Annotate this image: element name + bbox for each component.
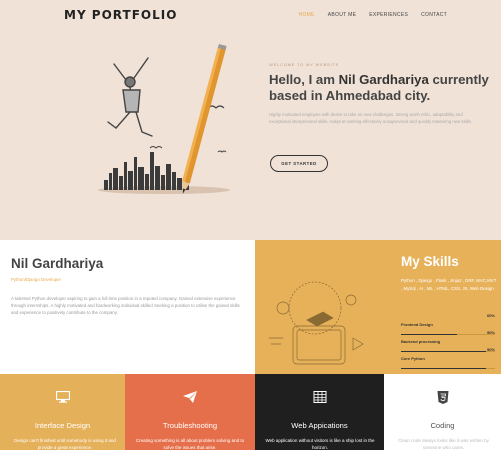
nav-about[interactable]: ABOUT ME [328, 12, 356, 18]
skill-label: Core Python [401, 356, 425, 361]
hero-illustration [98, 43, 230, 194]
top-nav: HOME ABOUT ME EXPERIENCES CONTACT [286, 12, 447, 18]
skill-progress-bar [401, 368, 495, 369]
table-icon [313, 391, 326, 403]
hero-name: Nil Gardhariya [338, 72, 429, 87]
monitor-icon [55, 391, 70, 403]
skill-progress-fill [401, 368, 486, 369]
get-started-button[interactable]: GET STARTED [270, 155, 328, 172]
hero-description: Highly motivated employee with desire to… [269, 112, 472, 124]
skills-section: My Skills Python , Django , Flask , Jinj… [255, 240, 501, 374]
skill-label: Frontend Design [401, 322, 433, 327]
service-title: Interface Design [34, 421, 91, 430]
skill-label: Backend processing [401, 339, 441, 344]
page: MY PORTFOLIO HOME ABOUT ME EXPERIENCES C… [0, 0, 501, 450]
brand-logo[interactable]: MY PORTFOLIO [64, 8, 177, 22]
service-title: Web Appications [291, 421, 348, 430]
nav-contact[interactable]: CONTACT [421, 12, 447, 18]
about-name: Nil Gardhariya [11, 256, 104, 271]
skill-percent: 90% [486, 330, 495, 335]
skills-illustration [269, 281, 364, 365]
service-title: Troubleshooting [162, 421, 218, 430]
hero-section: MY PORTFOLIO HOME ABOUT ME EXPERIENCES C… [0, 0, 501, 240]
service-card-web-applications: Web Appications Web application without … [255, 374, 384, 450]
skills-list: Python , Django , Flask , Jinja2 , DRF, … [401, 278, 497, 291]
paper-plane-icon [183, 391, 197, 403]
skill-percent: 60% [486, 313, 495, 318]
service-card-troubleshooting: Troubleshooting Creating something is al… [125, 374, 255, 450]
service-card-coding: Coding Clean code always looks like it w… [384, 374, 501, 450]
service-description: Clean code always looks like it was writ… [398, 438, 489, 450]
service-description: Design can't finished until somebody is … [14, 438, 116, 450]
about-text: A talented Python developer aspiring to … [11, 296, 240, 315]
skills-title: My Skills [401, 254, 459, 269]
html5-icon [437, 391, 448, 404]
hero-heading: Hello, I am Nil Gardhariya currently bas… [269, 72, 491, 104]
hero-tagline: WELCOME TO MY WEBSITE [269, 62, 340, 67]
service-card-interface-design: Interface Design Design can't finished u… [0, 374, 125, 450]
skill-core-python: Core Python 90% [401, 347, 495, 369]
service-title: Coding [430, 421, 455, 430]
nav-home[interactable]: HOME [299, 12, 315, 18]
about-role: Python/Django Developer [11, 277, 62, 282]
hero-greeting: Hello, I am [269, 72, 339, 87]
nav-experiences[interactable]: EXPERIENCES [369, 12, 408, 18]
service-description: Creating something is all about problem … [135, 438, 245, 450]
skill-percent: 90% [486, 347, 495, 352]
service-description: Web application without visitors is like… [265, 438, 375, 450]
about-section: Nil Gardhariya Python/Django Developer A… [0, 240, 255, 374]
